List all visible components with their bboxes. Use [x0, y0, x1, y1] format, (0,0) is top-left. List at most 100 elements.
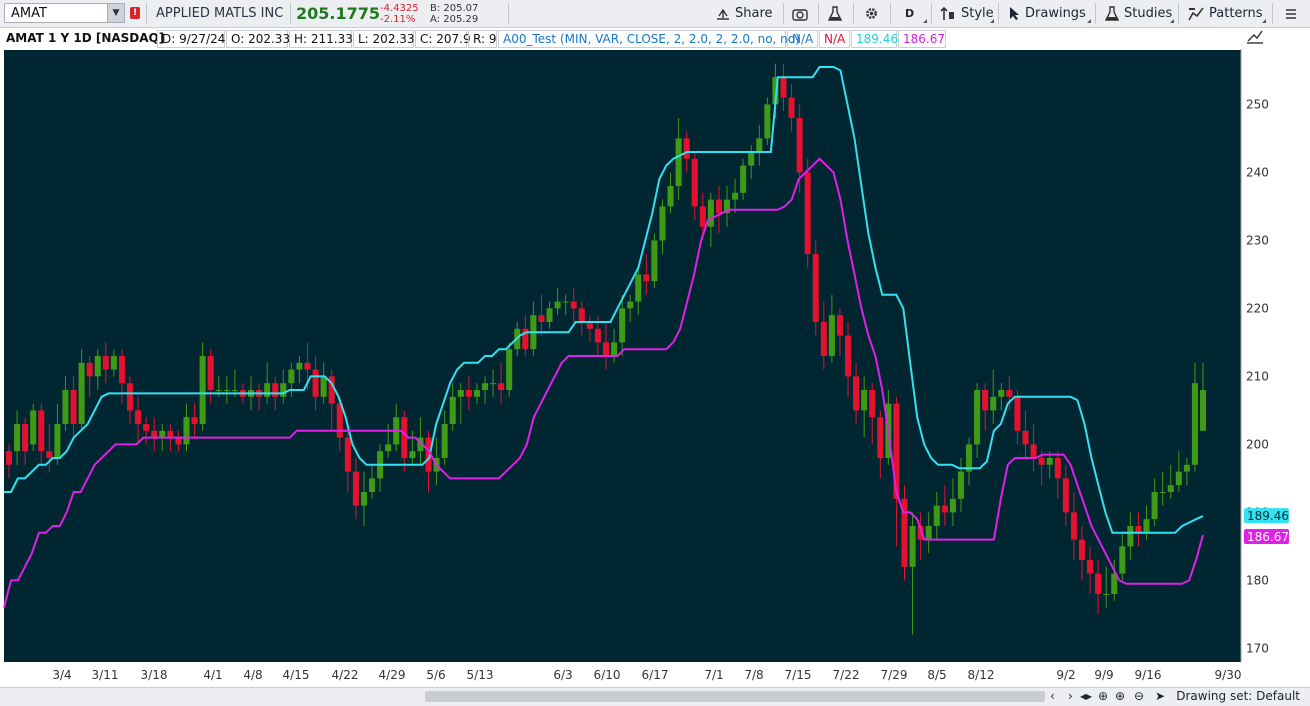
x-tick-label: 7/8 [744, 668, 763, 682]
horizontal-scrollbar[interactable]: ‹ › ◂▸ ⊕ ⊕ ⊖ ➤ Drawing set: Default [0, 687, 1310, 706]
y-tick-label: 210 [1246, 369, 1269, 383]
settings-button[interactable] [864, 0, 884, 27]
drawing-set-label[interactable]: Drawing set: Default [1176, 689, 1300, 703]
x-tick-label: 9/16 [1135, 668, 1162, 682]
style-button[interactable]: Style [940, 0, 994, 27]
drawings-label: Drawings [1025, 6, 1086, 21]
candle-body [627, 301, 634, 309]
x-tick-label: 5/6 [426, 668, 445, 682]
candle-body [5, 451, 13, 465]
scroll-right-icon[interactable]: › [1068, 689, 1073, 703]
candle-body [207, 356, 214, 390]
crosshair-icon[interactable]: ⊕ [1098, 689, 1108, 703]
snapshot-button[interactable] [792, 0, 813, 27]
candle-body [941, 505, 948, 513]
candle-body [990, 396, 997, 411]
candle-body [272, 383, 279, 397]
candle-body [70, 390, 77, 424]
candle-body [369, 478, 376, 492]
candle-body [54, 424, 61, 458]
candle-body [1038, 458, 1045, 465]
pointer-icon[interactable]: ➤ [1155, 689, 1165, 703]
symbol-dropdown-icon[interactable]: ▼ [107, 4, 124, 22]
candle-body [231, 390, 238, 391]
toolbar-divider [853, 3, 854, 24]
toolbar-divider [290, 3, 291, 24]
price-axis-panel [1241, 49, 1310, 687]
study-label[interactable]: A00_Test (MIN, VAR, CLOSE, 2, 2.0, 2, 2.… [498, 30, 800, 48]
candle-body [143, 424, 150, 431]
alert-badge[interactable]: ! [130, 7, 140, 19]
candle-body [957, 471, 964, 499]
candle-body [320, 376, 327, 397]
candle-body [94, 356, 101, 377]
x-tick-label: 4/8 [243, 668, 262, 682]
zoom-out-icon[interactable]: ⊖ [1134, 689, 1144, 703]
drawings-button[interactable]: Drawings [1008, 0, 1086, 27]
style-icon [940, 6, 954, 20]
menu-icon [1286, 8, 1296, 19]
y-tick-label: 250 [1246, 97, 1269, 111]
candle-body [22, 424, 29, 452]
studies-button[interactable]: Studies [1105, 0, 1172, 27]
candle-body [933, 505, 940, 526]
candle-body [546, 308, 553, 322]
zoom-in-icon[interactable]: ⊕ [1115, 689, 1125, 703]
scrollbar-thumb[interactable] [425, 691, 1045, 702]
beaker-button[interactable] [828, 0, 847, 27]
candle-body [828, 315, 835, 356]
expand-icon[interactable]: ◂▸ [1080, 689, 1092, 703]
close-readout: C: 207.9 [415, 30, 471, 48]
x-tick-label: 4/22 [332, 668, 359, 682]
candle-body [199, 356, 206, 424]
share-button[interactable]: Share [716, 0, 773, 27]
x-tick-label: 6/3 [553, 668, 572, 682]
candle-body [715, 199, 722, 214]
x-tick-label: 9/30 [1215, 668, 1242, 682]
flask-icon [1105, 5, 1119, 21]
candle-body [675, 138, 682, 186]
candle-body [1022, 430, 1029, 445]
style-label: Style [961, 6, 994, 21]
candle-body [449, 396, 456, 424]
candle-body [465, 390, 472, 397]
candle-body [409, 451, 416, 458]
candle-body [998, 390, 1005, 397]
x-tick-label: 4/15 [283, 668, 310, 682]
candle-body [1103, 594, 1110, 595]
candle-body [296, 362, 303, 370]
candle-body [490, 383, 497, 385]
study-value-3: 189.46 [851, 30, 898, 48]
chart-area[interactable]: 1701801902002102202302402503/43/113/184/… [0, 49, 1310, 687]
x-tick-label: 3/11 [92, 668, 119, 682]
candle-body [538, 315, 545, 322]
candle-body [570, 301, 577, 309]
menu-button[interactable] [1285, 0, 1302, 27]
candle-body [151, 430, 158, 438]
candle-body [167, 430, 174, 438]
scroll-left-icon[interactable]: ‹ [1050, 689, 1055, 703]
candle-body [893, 403, 900, 499]
y-tick-label: 230 [1246, 233, 1269, 247]
candle-body [974, 390, 981, 445]
x-tick-label: 9/2 [1056, 668, 1075, 682]
aggregation-button[interactable]: D [905, 0, 914, 27]
candle-body [441, 424, 448, 458]
x-tick-label: 7/22 [833, 668, 860, 682]
price-chart[interactable]: 1701801902002102202302402503/43/113/184/… [0, 49, 1310, 687]
patterns-button[interactable]: Patterns [1188, 0, 1263, 27]
low-readout: L: 202.33 [353, 30, 415, 48]
candle-body [360, 492, 367, 506]
price-tag-label: 186.67 [1247, 530, 1289, 544]
candle-body [667, 186, 674, 207]
gear-icon [866, 8, 877, 19]
candle-body [78, 362, 85, 424]
ask-price: A: 205.29 [430, 14, 479, 25]
candle-body [352, 471, 359, 506]
candle-body [853, 376, 860, 411]
candle-body [1175, 471, 1182, 486]
x-tick-label: 9/9 [1094, 668, 1113, 682]
symbol-input[interactable]: AMAT ▼ [4, 3, 125, 23]
candle-body [788, 97, 795, 118]
expand-panel-icon[interactable] [1246, 28, 1264, 44]
